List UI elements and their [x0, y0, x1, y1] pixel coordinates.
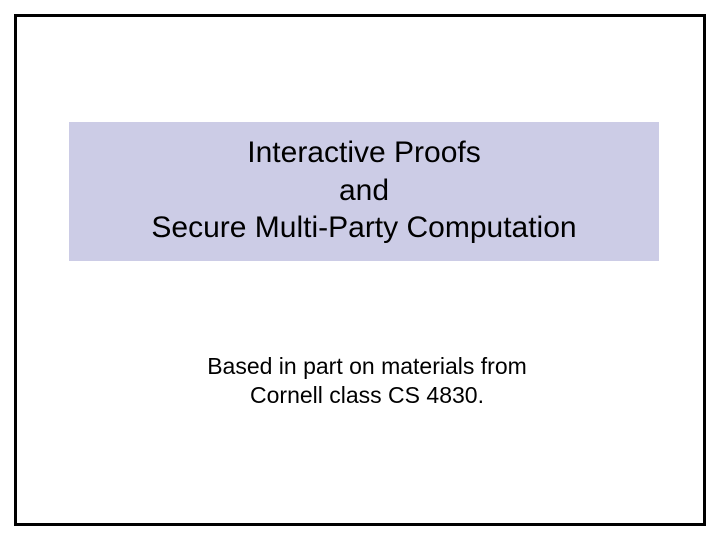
slide-title-line-3: Secure Multi-Party Computation: [79, 209, 649, 247]
slide-subtitle-box: Based in part on materials from Cornell …: [87, 352, 647, 410]
slide-title-line-2: and: [79, 172, 649, 210]
slide-subtitle-line-1: Based in part on materials from: [87, 352, 647, 381]
slide-title-line-1: Interactive Proofs: [79, 134, 649, 172]
slide-title-box: Interactive Proofs and Secure Multi-Part…: [69, 122, 659, 261]
slide-frame: Interactive Proofs and Secure Multi-Part…: [14, 14, 706, 526]
slide-subtitle-line-2: Cornell class CS 4830.: [87, 381, 647, 410]
